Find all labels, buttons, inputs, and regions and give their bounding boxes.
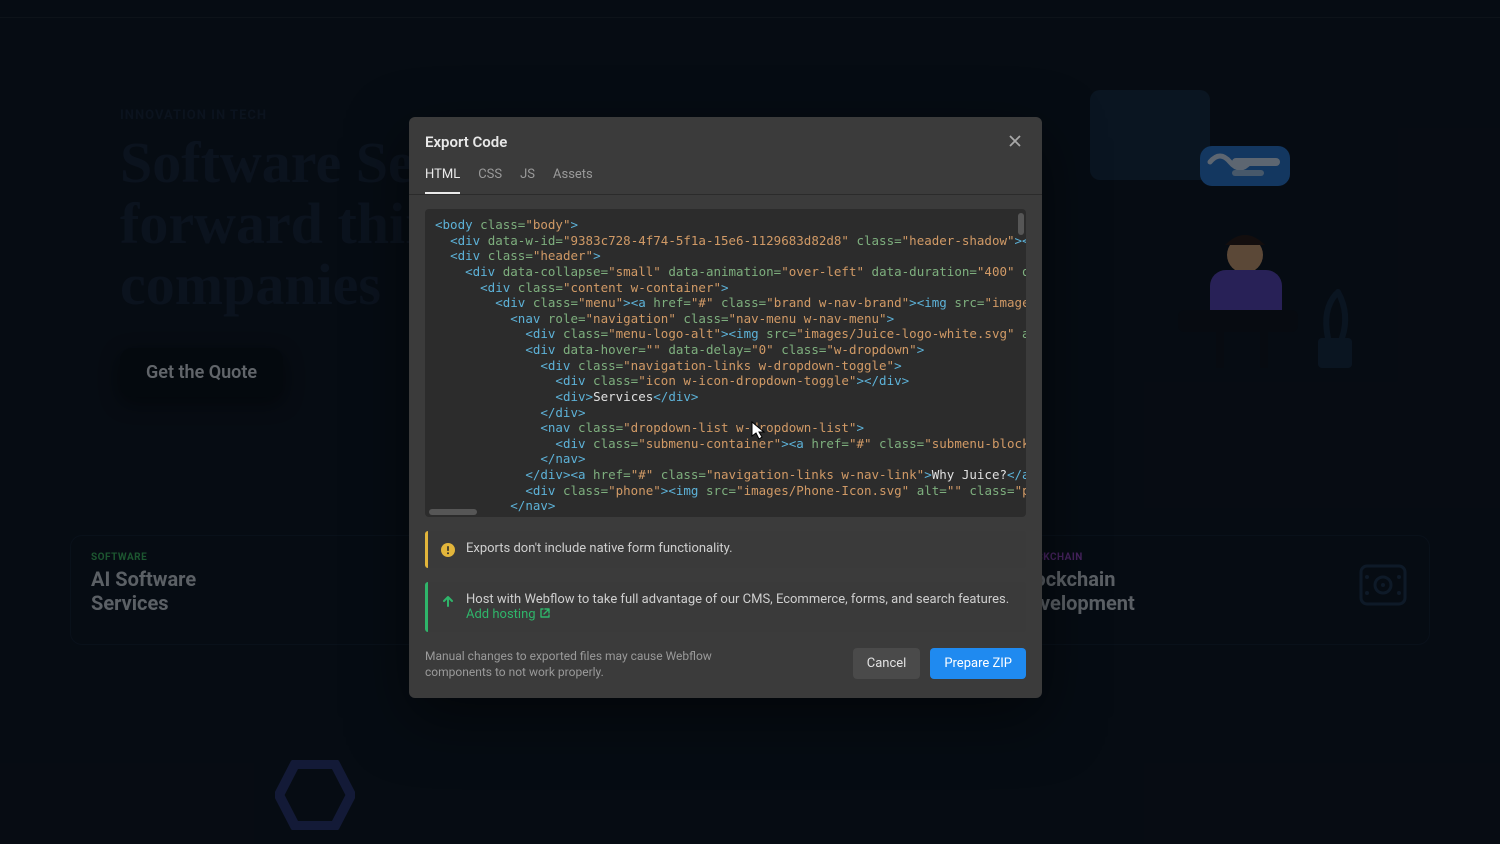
info-text: Host with Webflow to take full advantage… — [466, 592, 1014, 622]
info-message: Host with Webflow to take full advantage… — [466, 592, 1009, 607]
tab-css[interactable]: CSS — [478, 167, 502, 194]
tab-html[interactable]: HTML — [425, 167, 460, 194]
warning-text: Exports don't include native form functi… — [466, 541, 1014, 556]
info-notice: Host with Webflow to take full advantage… — [425, 582, 1026, 632]
close-button[interactable] — [1004, 131, 1026, 153]
tab-js[interactable]: JS — [520, 167, 535, 194]
prepare-zip-button[interactable]: Prepare ZIP — [930, 648, 1026, 679]
vertical-scrollbar[interactable] — [1018, 213, 1024, 235]
modal-footer: Manual changes to exported files may cau… — [409, 632, 1042, 698]
code-preview[interactable]: <body class="body"> <div data-w-id="9383… — [425, 209, 1026, 517]
modal-title: Export Code — [425, 133, 507, 151]
info-icon — [440, 542, 456, 558]
external-link-icon — [539, 607, 551, 619]
footer-note: Manual changes to exported files may cau… — [425, 648, 725, 680]
add-hosting-label: Add hosting — [466, 607, 536, 622]
export-code-modal: Export Code HTML CSS JS Assets <body cla… — [409, 117, 1042, 698]
arrow-up-icon — [440, 593, 456, 609]
modal-header: Export Code — [409, 117, 1042, 153]
add-hosting-link[interactable]: Add hosting — [466, 607, 551, 622]
close-icon — [1008, 133, 1022, 152]
footer-actions: Cancel Prepare ZIP — [853, 648, 1026, 679]
code-content: <body class="body"> <div data-w-id="9383… — [425, 209, 1026, 517]
code-tabs: HTML CSS JS Assets — [409, 153, 1042, 195]
horizontal-scrollbar[interactable] — [429, 509, 477, 515]
warning-notice: Exports don't include native form functi… — [425, 531, 1026, 568]
cancel-button[interactable]: Cancel — [853, 648, 921, 679]
tab-assets[interactable]: Assets — [553, 167, 593, 194]
